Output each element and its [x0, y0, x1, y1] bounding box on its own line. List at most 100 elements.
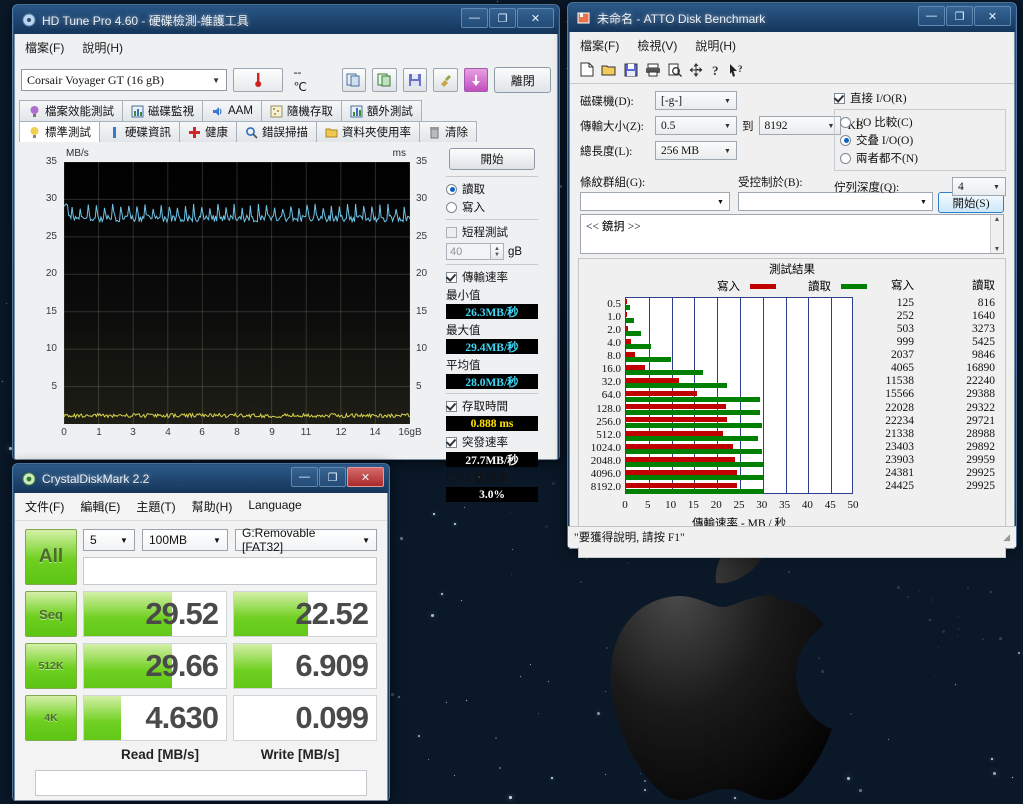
copy-green-icon[interactable]: [372, 68, 397, 92]
cdm-window-controls[interactable]: — ❐ ✕: [291, 467, 384, 487]
test-size-select[interactable]: 100MB ▼: [142, 529, 228, 551]
tab-error-scan[interactable]: 錯誤掃描: [236, 121, 317, 142]
run-count-select[interactable]: 5 ▼: [83, 529, 135, 551]
menu-item-language[interactable]: Language: [248, 498, 301, 515]
print-icon[interactable]: [645, 63, 661, 77]
radio-io-compare[interactable]: I/O 比較(C): [840, 114, 1000, 130]
tab-benchmark[interactable]: 標準測試: [19, 121, 100, 142]
open-icon[interactable]: [601, 63, 617, 77]
checkbox-direct-io[interactable]: 直接 I/O(R): [834, 90, 1006, 106]
window-atto-disk-benchmark[interactable]: 未命名 - ATTO Disk Benchmark — ❐ ✕ 檔案(F) 檢視…: [567, 2, 1017, 558]
hd-tune-menubar[interactable]: 檔案(F) 說明(H): [15, 34, 557, 60]
hd-tune-toolbar[interactable]: Corsair Voyager GT (16 gB) ▼ -- ℃ 離閉: [15, 60, 557, 100]
cdm-row-seq[interactable]: Seq 29.52 22.52: [25, 591, 377, 637]
transfer-size-to-select[interactable]: 8192 ▼: [758, 116, 841, 135]
cdm-titlebar[interactable]: CrystalDiskMark 2.2 — ❐ ✕: [14, 465, 388, 493]
tab-disk-monitor[interactable]: 磁碟監視: [122, 100, 203, 121]
menu-item-file[interactable]: 文件(F): [25, 498, 64, 515]
cdm-row-4k[interactable]: 4K 4.630 0.099: [25, 695, 377, 741]
tab-erase[interactable]: 清除: [419, 121, 477, 142]
checkbox-short-test[interactable]: 短程測試: [446, 224, 538, 240]
tab-disk-info[interactable]: 硬碟資訊: [99, 121, 180, 142]
total-length-select[interactable]: 256 MB ▼: [655, 141, 737, 160]
minimize-button[interactable]: —: [461, 8, 488, 28]
save-icon[interactable]: [402, 68, 428, 92]
target-drive-select[interactable]: G:Removable [FAT32] ▼: [235, 526, 377, 554]
preview-icon[interactable]: [668, 63, 682, 77]
start-button[interactable]: 開始: [449, 148, 535, 170]
tab-random-access[interactable]: 隨機存取: [260, 100, 342, 121]
drive-select[interactable]: [-g-] ▼: [655, 91, 737, 110]
cdm-controls-row[interactable]: All 5 ▼ 100MB ▼ G:Removable [FAT32] ▼: [25, 526, 377, 585]
hd-tune-titlebar[interactable]: HD Tune Pro 4.60 - 硬碟檢測-維護工具 — ❐ ✕: [14, 6, 558, 34]
short-test-size-stepper[interactable]: 40 ▲ ▼ gB: [446, 243, 538, 260]
checkbox-transfer-rate[interactable]: 傳輸速率: [446, 269, 538, 285]
save-icon[interactable]: [624, 63, 638, 77]
atto-io-options[interactable]: 直接 I/O(R) I/O 比較(C) 交叠 I/O(O) 兩者都不(N) 佇列…: [834, 88, 1006, 196]
resize-grip-icon[interactable]: ◢: [1003, 532, 1010, 543]
close-button[interactable]: ✕: [974, 6, 1011, 26]
copy-icon[interactable]: [341, 68, 367, 92]
menu-item-file[interactable]: 檔案(F): [580, 37, 619, 54]
new-icon[interactable]: [580, 62, 594, 77]
scroll-up-icon[interactable]: ▲: [994, 215, 1001, 223]
menu-item-view[interactable]: 檢視(V): [637, 37, 677, 54]
radio-neither[interactable]: 兩者都不(N): [840, 150, 1000, 166]
spinner-buttons[interactable]: ▲ ▼: [491, 243, 504, 260]
radio-write[interactable]: 寫入: [446, 199, 538, 215]
hd-tune-tabs[interactable]: 檔案效能測試 磁碟監視 AAM 隨機存取 額外測試 標準測試 硬碟資訊 健康 錯…: [15, 100, 557, 142]
atto-toolbar[interactable]: ? ?: [570, 56, 1014, 84]
tab-row-1[interactable]: 檔案效能測試 磁碟監視 AAM 隨機存取 額外測試: [19, 100, 553, 121]
stripe-select[interactable]: ▼: [580, 192, 730, 211]
tab-health[interactable]: 健康: [179, 121, 237, 142]
minimize-button[interactable]: —: [291, 467, 318, 487]
stripe-group[interactable]: 條紋群組(G): ▼: [580, 174, 730, 213]
tab-aam[interactable]: AAM: [202, 100, 262, 121]
short-test-size-value[interactable]: 40: [446, 243, 491, 260]
run-4k-button[interactable]: 4K: [25, 695, 77, 741]
memo-scrollbar[interactable]: ▲ ▼: [990, 215, 1003, 253]
menu-item-help[interactable]: 幫助(H): [192, 498, 233, 515]
brush-icon[interactable]: [433, 68, 458, 92]
maximize-button[interactable]: ❐: [319, 467, 346, 487]
menu-item-edit[interactable]: 編輯(E): [80, 498, 120, 515]
hd-tune-window-controls[interactable]: — ❐ ✕: [461, 8, 554, 28]
queue-depth-select[interactable]: 4 ▼: [952, 177, 1006, 196]
menu-item-help[interactable]: 說明(H): [82, 39, 123, 56]
queue-depth-row[interactable]: 佇列深度(Q): 4 ▼: [834, 177, 1006, 196]
atto-titlebar[interactable]: 未命名 - ATTO Disk Benchmark — ❐ ✕: [569, 4, 1015, 32]
move-icon[interactable]: [689, 62, 703, 77]
maximize-button[interactable]: ❐: [946, 6, 973, 26]
tab-extra-tests[interactable]: 額外測試: [340, 100, 422, 121]
tab-row-2[interactable]: 標準測試 硬碟資訊 健康 錯誤掃描 資料夾使用率 清除: [19, 121, 553, 142]
radio-overlapped-io[interactable]: 交叠 I/O(O): [840, 132, 1000, 148]
menu-item-file[interactable]: 檔案(F): [25, 39, 64, 56]
run-all-button[interactable]: All: [25, 529, 77, 585]
checkbox-access-time[interactable]: 存取時間: [446, 398, 538, 414]
hd-tune-options-panel[interactable]: 開始 讀取 寫入 短程測試 40 ▲ ▼ gB 傳輸速率 最小值 26.3MB/秒 …: [446, 146, 538, 505]
run-seq-button[interactable]: Seq: [25, 591, 77, 637]
radio-read[interactable]: 讀取: [446, 181, 538, 197]
tab-folder-usage[interactable]: 資料夾使用率: [316, 121, 420, 142]
atto-settings[interactable]: 磁碟機(D): [-g-] ▼ 傳輸大小(Z): 0.5 ▼ 到 8192 ▼ KB …: [570, 84, 1014, 213]
atto-window-controls[interactable]: — ❐ ✕: [918, 6, 1011, 26]
window-crystaldiskmark[interactable]: CrystalDiskMark 2.2 — ❐ ✕ 文件(F) 編輯(E) 主題…: [12, 463, 390, 801]
run-512k-button[interactable]: 512K: [25, 643, 77, 689]
atto-menubar[interactable]: 檔案(F) 檢視(V) 說明(H): [570, 32, 1014, 56]
cdm-menubar[interactable]: 文件(F) 編輯(E) 主題(T) 幫助(H) Language: [15, 493, 387, 521]
about-icon[interactable]: ?: [710, 63, 722, 77]
checkbox-burst-rate[interactable]: 突發速率: [446, 434, 538, 450]
close-button[interactable]: ✕: [517, 8, 554, 28]
download-icon[interactable]: [463, 68, 489, 92]
temperature-button[interactable]: [232, 68, 284, 92]
tab-file-benchmark[interactable]: 檔案效能測試: [19, 100, 123, 121]
maximize-button[interactable]: ❐: [489, 8, 516, 28]
help-cursor-icon[interactable]: ?: [729, 63, 745, 77]
atto-memo[interactable]: << 鏡抈 >> ▲ ▼: [580, 214, 1004, 254]
scroll-down-icon[interactable]: ▼: [994, 245, 1001, 253]
window-hd-tune-pro[interactable]: HD Tune Pro 4.60 - 硬碟檢測-維護工具 — ❐ ✕ 檔案(F)…: [12, 4, 560, 502]
drive-select[interactable]: Corsair Voyager GT (16 gB) ▼: [21, 69, 227, 91]
cdm-row-512k[interactable]: 512K 29.66 6.909: [25, 643, 377, 689]
menu-item-help[interactable]: 說明(H): [695, 37, 736, 54]
close-button[interactable]: ✕: [347, 467, 384, 487]
